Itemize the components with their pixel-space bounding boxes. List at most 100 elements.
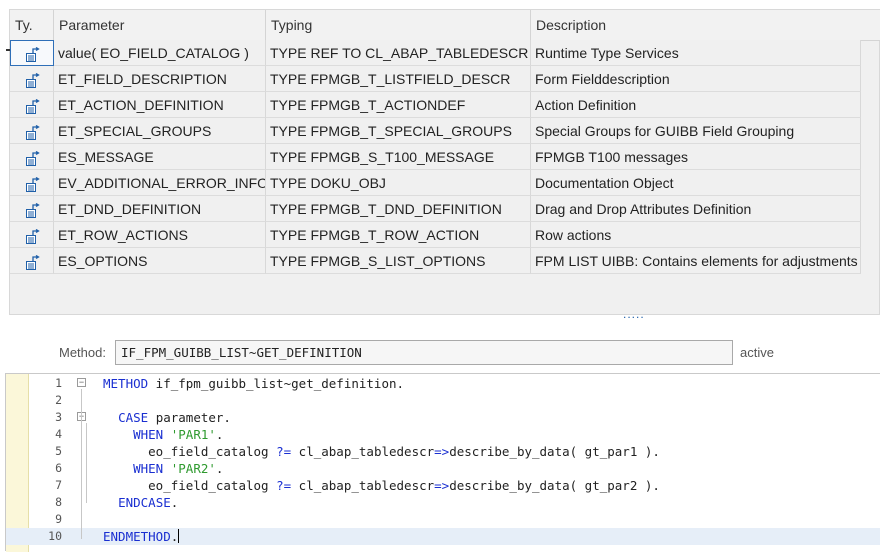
code-text[interactable]: ENDCASE. bbox=[103, 494, 178, 511]
row-parameter[interactable]: ET_SPECIAL_GROUPS bbox=[54, 118, 266, 144]
exporting-parameter-icon bbox=[24, 227, 40, 244]
code-token: . bbox=[170, 529, 179, 544]
row-typing[interactable]: TYPE FPMGB_T_ROW_ACTION bbox=[266, 222, 531, 248]
code-token: WHEN bbox=[133, 427, 164, 442]
table-row[interactable]: ET_ACTION_DEFINITION TYPE FPMGB_T_ACTIOND… bbox=[10, 92, 861, 118]
row-type-cell[interactable] bbox=[10, 196, 54, 222]
method-label: Method: bbox=[59, 345, 106, 360]
code-line[interactable]: 7 eo_field_catalog ?= cl_abap_tabledescr… bbox=[6, 477, 880, 494]
row-typing[interactable]: TYPE FPMGB_S_T100_MESSAGE bbox=[266, 144, 531, 170]
code-line[interactable]: 2 bbox=[6, 392, 880, 409]
header-description[interactable]: Description bbox=[531, 10, 880, 40]
table-row[interactable]: value( EO_FIELD_CATALOG ) TYPE REF TO CL_… bbox=[10, 40, 861, 66]
row-parameter[interactable]: ET_DND_DEFINITION bbox=[54, 196, 266, 222]
row-parameter[interactable]: ET_ACTION_DEFINITION bbox=[54, 92, 266, 118]
row-typing[interactable]: TYPE FPMGB_T_ACTIONDEF bbox=[266, 92, 531, 118]
code-token: 'PAR1' bbox=[170, 427, 216, 442]
row-parameter[interactable]: value( EO_FIELD_CATALOG ) bbox=[54, 40, 266, 66]
row-description[interactable]: Special Groups for GUIBB Field Grouping bbox=[531, 118, 861, 144]
line-number: 10 bbox=[48, 529, 62, 543]
row-type-cell[interactable] bbox=[10, 248, 54, 274]
code-line[interactable]: 1 − METHOD if_fpm_guibb_list~get_definitio… bbox=[6, 375, 880, 392]
row-parameter[interactable]: ET_ROW_ACTIONS bbox=[54, 222, 266, 248]
row-typing[interactable]: TYPE FPMGB_T_DND_DEFINITION bbox=[266, 196, 531, 222]
line-number: 5 bbox=[55, 444, 62, 458]
parameter-table: Ty. Parameter Typing Description value( … bbox=[9, 9, 880, 320]
table-row[interactable]: ES_OPTIONS TYPE FPMGB_S_LIST_OPTIONS FPM L… bbox=[10, 248, 861, 274]
line-number: 9 bbox=[55, 512, 62, 526]
code-line[interactable]: 3− CASE parameter. bbox=[6, 409, 880, 426]
line-number: 8 bbox=[55, 495, 62, 509]
code-token: parameter. bbox=[148, 410, 231, 425]
row-type-cell[interactable] bbox=[10, 66, 54, 92]
code-line[interactable]: 10 ENDMETHOD. bbox=[6, 528, 880, 545]
row-type-cell[interactable] bbox=[10, 144, 54, 170]
code-token: METHOD bbox=[103, 376, 149, 391]
row-parameter[interactable]: ES_OPTIONS bbox=[54, 248, 266, 274]
method-name-field[interactable]: IF_FPM_GUIBB_LIST~GET_DEFINITION bbox=[115, 340, 733, 365]
code-text[interactable]: eo_field_catalog ?= cl_abap_tabledescr=>… bbox=[103, 477, 660, 494]
code-token: . bbox=[215, 461, 224, 476]
row-description[interactable]: Row actions bbox=[531, 222, 861, 248]
table-row[interactable]: ET_DND_DEFINITION TYPE FPMGB_T_DND_DEFINI… bbox=[10, 196, 861, 222]
row-description[interactable]: FPM LIST UIBB: Contains elements for adj… bbox=[531, 248, 861, 274]
row-typing[interactable]: TYPE FPMGB_T_SPECIAL_GROUPS bbox=[266, 118, 531, 144]
row-parameter[interactable]: EV_ADDITIONAL_ERROR_INFO bbox=[54, 170, 266, 196]
code-line[interactable]: 4 WHEN 'PAR1'. bbox=[6, 426, 880, 443]
code-text[interactable]: CASE parameter. bbox=[103, 409, 231, 426]
line-number: 1 bbox=[55, 376, 62, 390]
exporting-parameter-icon bbox=[24, 71, 40, 88]
line-number: 3 bbox=[55, 410, 62, 424]
row-description[interactable]: Action Definition bbox=[531, 92, 861, 118]
code-line[interactable]: 8 ENDCASE. bbox=[6, 494, 880, 511]
row-parameter[interactable]: ES_MESSAGE bbox=[54, 144, 266, 170]
row-typing[interactable]: TYPE FPMGB_T_LISTFIELD_DESCR bbox=[266, 66, 531, 92]
code-token: cl_abap_tabledescr bbox=[291, 444, 435, 459]
row-parameter[interactable]: ET_FIELD_DESCRIPTION bbox=[54, 66, 266, 92]
text-caret bbox=[178, 529, 180, 543]
code-line[interactable]: 5 eo_field_catalog ?= cl_abap_tabledescr… bbox=[6, 443, 880, 460]
code-line[interactable]: 6 WHEN 'PAR2'. bbox=[6, 460, 880, 477]
row-typing[interactable]: TYPE DOKU_OBJ bbox=[266, 170, 531, 196]
code-text[interactable]: WHEN 'PAR2'. bbox=[103, 460, 223, 477]
code-token: . bbox=[215, 427, 224, 442]
row-type-cell[interactable] bbox=[10, 118, 54, 144]
code-text[interactable]: eo_field_catalog ?= cl_abap_tabledescr=>… bbox=[103, 443, 660, 460]
fold-collapse-icon[interactable]: − bbox=[77, 378, 86, 387]
code-token: cl_abap_tabledescr bbox=[291, 478, 435, 493]
header-parameter[interactable]: Parameter bbox=[54, 10, 266, 40]
row-description[interactable]: Documentation Object bbox=[531, 170, 861, 196]
row-type-cell[interactable] bbox=[10, 40, 54, 66]
code-text[interactable]: METHOD if_fpm_guibb_list~get_definition. bbox=[103, 375, 404, 392]
row-description[interactable]: Form Fielddescription bbox=[531, 66, 861, 92]
exporting-parameter-icon bbox=[24, 175, 40, 192]
table-row[interactable]: ET_SPECIAL_GROUPS TYPE FPMGB_T_SPECIAL_GR… bbox=[10, 118, 861, 144]
table-row[interactable]: EV_ADDITIONAL_ERROR_INFO TYPE DOKU_OBJ Doc… bbox=[10, 170, 861, 196]
line-number: 2 bbox=[55, 393, 62, 407]
row-typing[interactable]: TYPE FPMGB_S_LIST_OPTIONS bbox=[266, 248, 531, 274]
exporting-parameter-icon bbox=[24, 97, 40, 114]
row-type-cell[interactable] bbox=[10, 92, 54, 118]
row-type-cell[interactable] bbox=[10, 222, 54, 248]
code-text[interactable]: WHEN 'PAR1'. bbox=[103, 426, 223, 443]
row-description[interactable]: FPMGB T100 messages bbox=[531, 144, 861, 170]
row-description[interactable]: Drag and Drop Attributes Definition bbox=[531, 196, 861, 222]
code-editor[interactable]: 1 − METHOD if_fpm_guibb_list~get_definitio… bbox=[5, 373, 880, 552]
code-token: ENDCASE bbox=[118, 495, 171, 510]
header-typing[interactable]: Typing bbox=[266, 10, 531, 40]
row-description[interactable]: Runtime Type Services bbox=[531, 40, 861, 66]
table-row[interactable]: ET_ROW_ACTIONS TYPE FPMGB_T_ROW_ACTION Row… bbox=[10, 222, 861, 248]
code-line[interactable]: 9 bbox=[6, 511, 880, 528]
code-token: . bbox=[170, 495, 179, 510]
code-text[interactable]: ENDMETHOD. bbox=[103, 528, 180, 545]
splitter-handle[interactable]: ..... bbox=[623, 308, 645, 320]
row-type-cell[interactable] bbox=[10, 170, 54, 196]
header-type[interactable]: Ty. bbox=[10, 10, 54, 40]
table-row[interactable]: ES_MESSAGE TYPE FPMGB_S_T100_MESSAGE FPMGB… bbox=[10, 144, 861, 170]
table-row[interactable]: ET_FIELD_DESCRIPTION TYPE FPMGB_T_LISTFIE… bbox=[10, 66, 861, 92]
row-typing[interactable]: TYPE REF TO CL_ABAP_TABLEDESCR bbox=[266, 40, 531, 66]
